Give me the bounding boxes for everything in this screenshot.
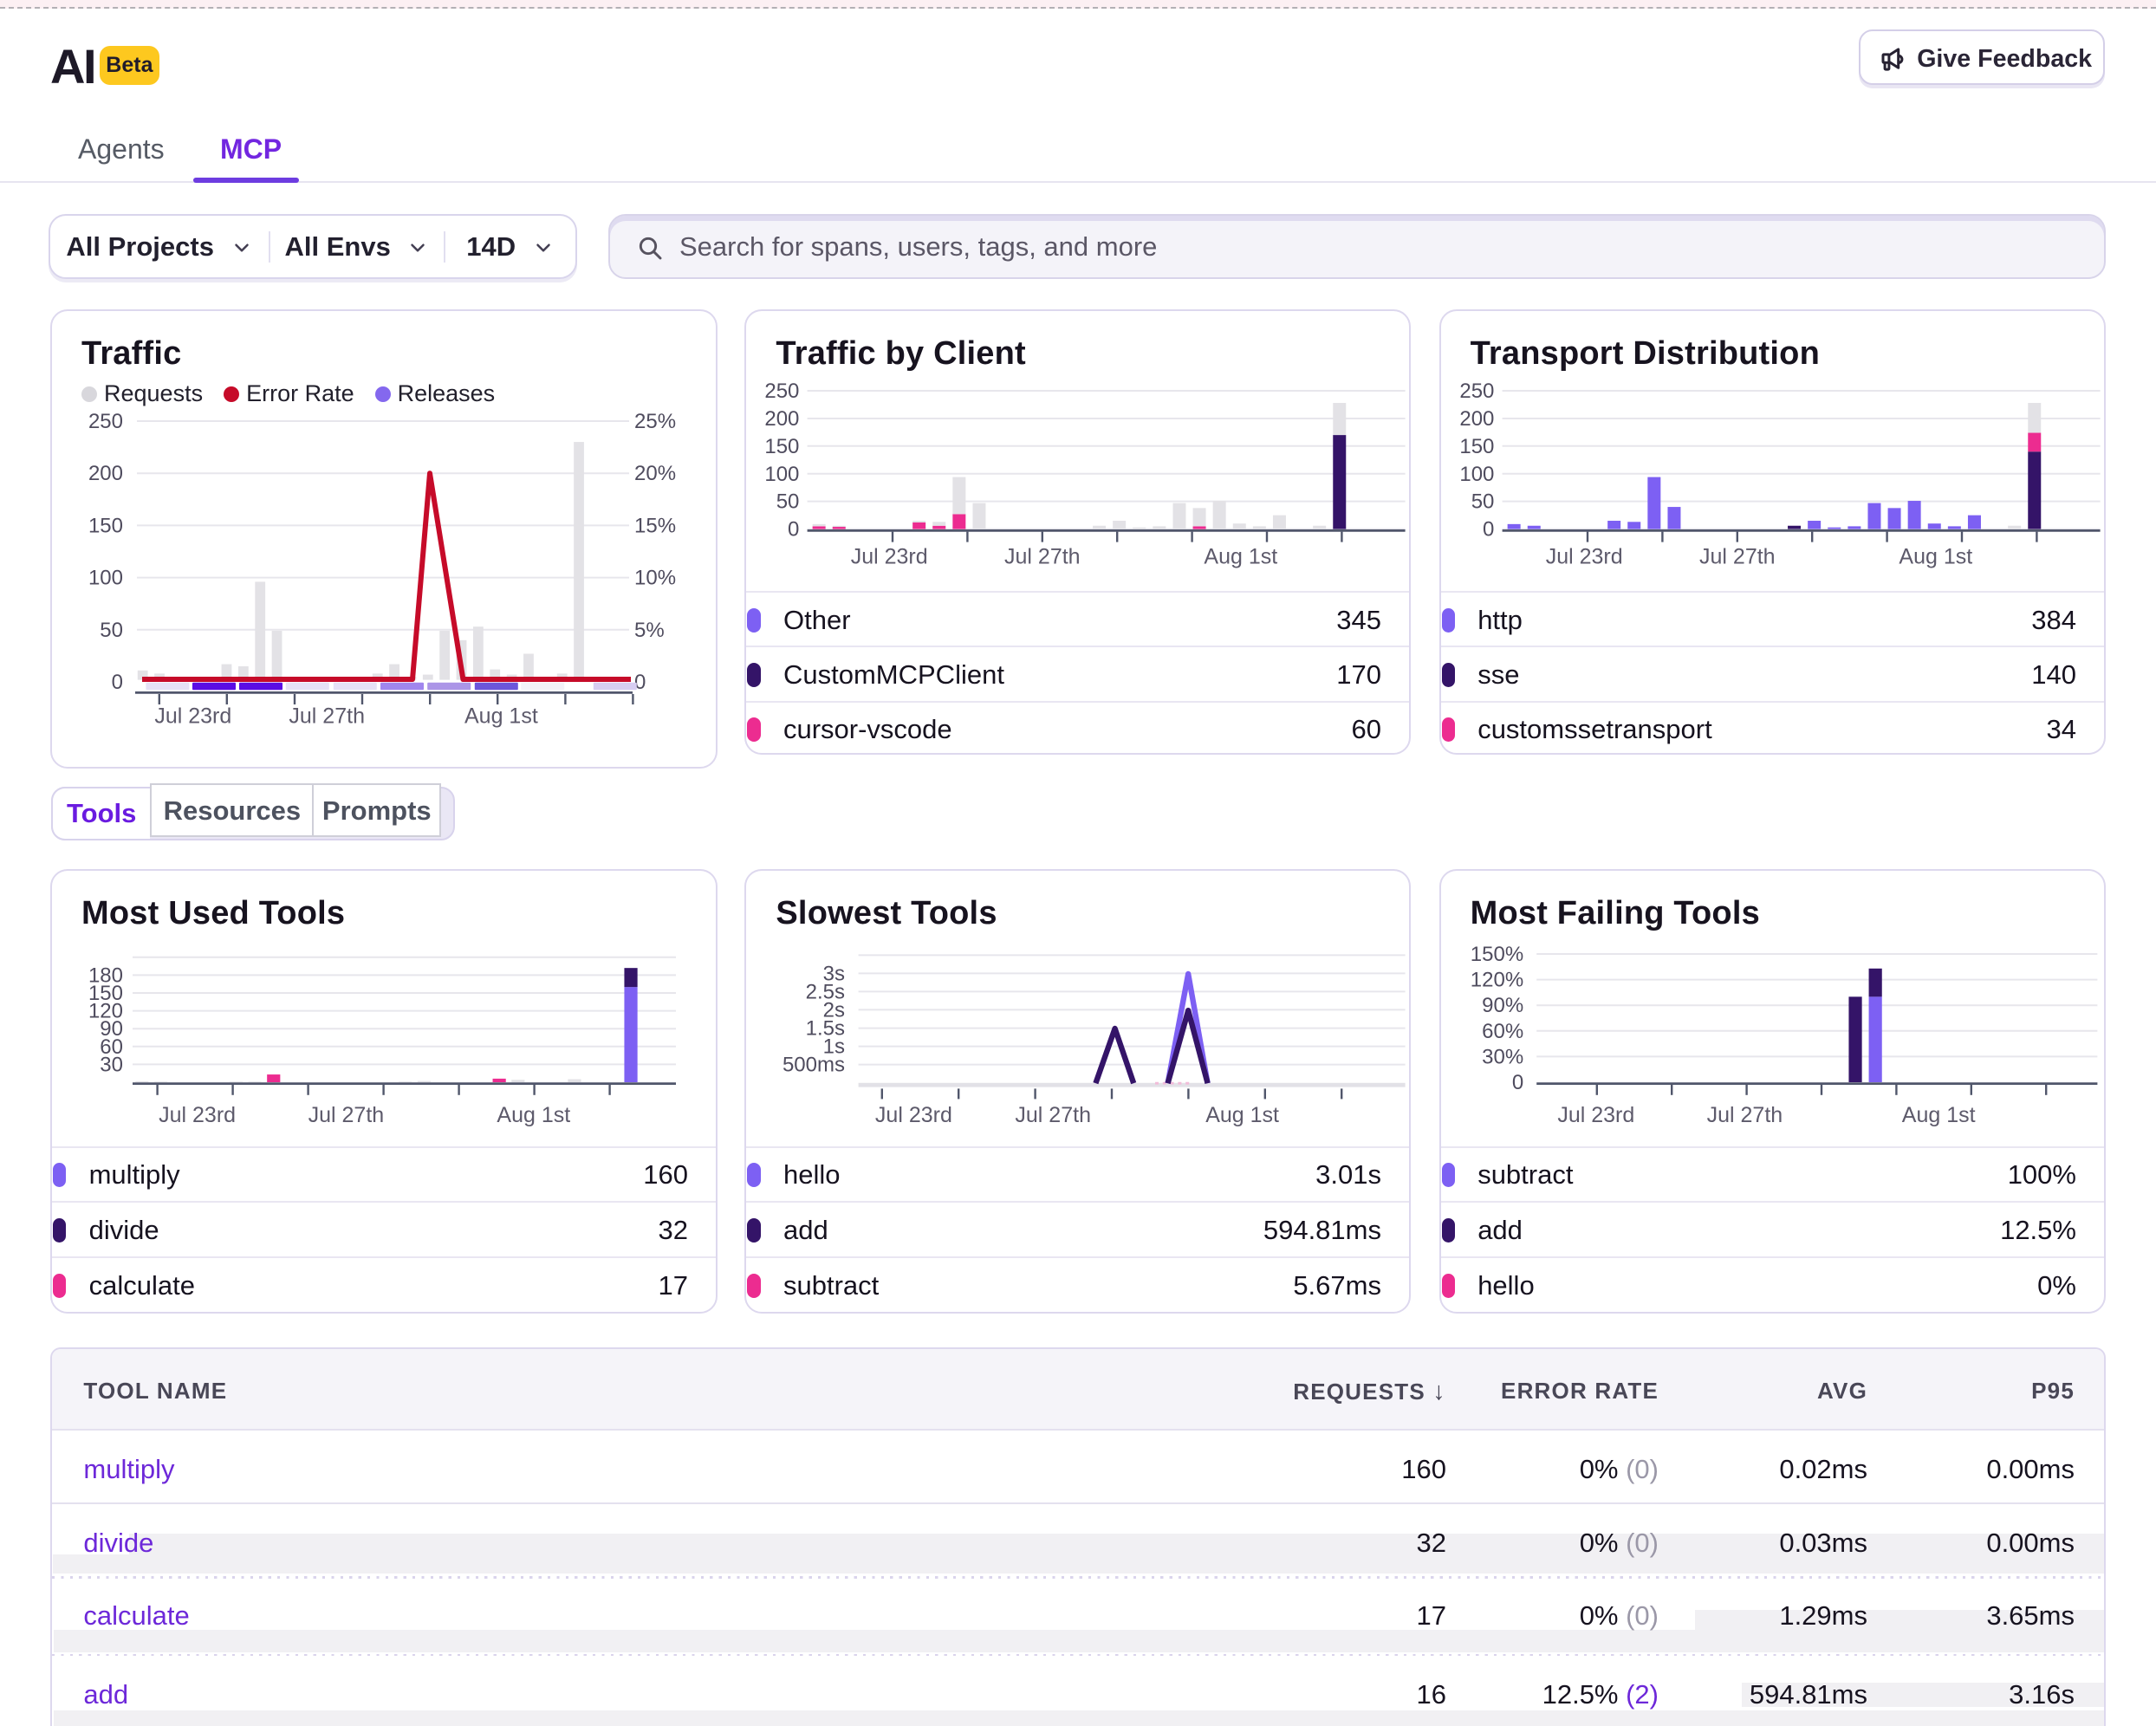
svg-text:15%: 15% bbox=[634, 514, 676, 537]
svg-text:0: 0 bbox=[112, 671, 123, 694]
svg-text:200: 200 bbox=[88, 462, 123, 485]
svg-text:10%: 10% bbox=[634, 567, 676, 590]
svg-text:50: 50 bbox=[100, 619, 123, 642]
svg-text:0: 0 bbox=[634, 671, 646, 694]
svg-text:Jul 23rd: Jul 23rd bbox=[154, 704, 231, 728]
svg-text:100: 100 bbox=[88, 567, 123, 590]
svg-text:25%: 25% bbox=[634, 410, 676, 433]
svg-text:Aug 1st: Aug 1st bbox=[464, 704, 538, 728]
svg-text:Jul 27th: Jul 27th bbox=[289, 704, 365, 728]
svg-text:5%: 5% bbox=[634, 619, 665, 642]
svg-text:150: 150 bbox=[88, 514, 123, 537]
svg-text:250: 250 bbox=[88, 410, 123, 433]
svg-text:20%: 20% bbox=[634, 462, 676, 485]
